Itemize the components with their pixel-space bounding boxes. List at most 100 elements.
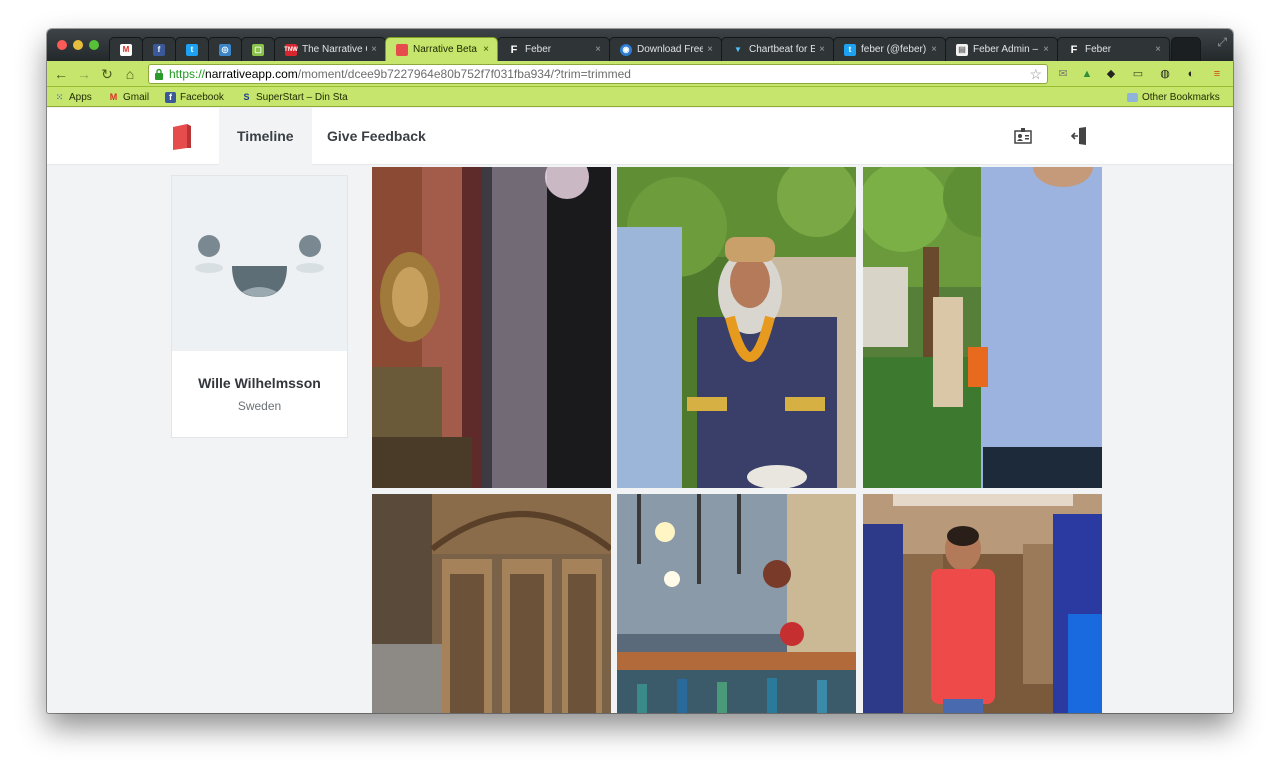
tab-pinned-facebook[interactable]: f bbox=[142, 37, 176, 61]
facebook-icon: f bbox=[165, 91, 176, 103]
tnw-icon: TNW bbox=[284, 43, 298, 56]
tab-title: Feber bbox=[1085, 44, 1112, 55]
tab-counter-extension-icon[interactable]: ◍ bbox=[1157, 66, 1173, 82]
chartbeat-icon: ▼ bbox=[734, 45, 742, 54]
bookmark-gmail[interactable]: M Gmail bbox=[108, 90, 149, 104]
tab-pinned-feed[interactable]: ◎ bbox=[208, 37, 242, 61]
tab-close-icon[interactable]: × bbox=[707, 44, 713, 55]
tab-download-free[interactable]: ◉ Download Free × bbox=[609, 37, 722, 61]
tab-close-icon[interactable]: × bbox=[931, 44, 937, 55]
superstart-icon: S bbox=[243, 91, 250, 102]
web-page: Timeline Give Feedback Wille Wilhelmsson… bbox=[47, 108, 1233, 713]
minimize-window-button[interactable] bbox=[73, 40, 83, 50]
bookmark-label: Apps bbox=[69, 91, 92, 103]
drive-extension-icon[interactable]: ▲ bbox=[1079, 66, 1095, 82]
evernote-extension-icon[interactable]: ◆ bbox=[1103, 66, 1119, 82]
home-icon[interactable]: ⌂ bbox=[121, 65, 139, 83]
close-window-button[interactable] bbox=[57, 40, 67, 50]
narrative-logo-icon[interactable] bbox=[171, 123, 193, 151]
photo-glass-shop-display[interactable] bbox=[617, 494, 856, 713]
narrative-icon bbox=[396, 43, 408, 56]
photo-grid bbox=[372, 167, 1102, 713]
cast-icon[interactable]: ▭ bbox=[1130, 66, 1146, 82]
tab-close-icon[interactable]: × bbox=[1043, 44, 1049, 55]
tab-strip: M f t ◎ ▢ TNW The Narrative C × Narrativ… bbox=[47, 29, 1233, 61]
tab-close-icon[interactable]: × bbox=[595, 44, 601, 55]
feber-icon: F bbox=[510, 43, 518, 56]
tab-title: Download Free bbox=[637, 44, 704, 55]
tab-pinned-twitter[interactable]: t bbox=[175, 37, 209, 61]
app-icon: ▢ bbox=[252, 43, 264, 56]
twitter-icon: t bbox=[844, 43, 856, 56]
tab-title: Chartbeat for E bbox=[749, 44, 816, 55]
bookmark-superstart[interactable]: S SuperStart – Din Sta bbox=[241, 90, 347, 104]
bookmark-facebook[interactable]: f Facebook bbox=[165, 90, 224, 104]
menu-icon[interactable]: ≡ bbox=[1209, 66, 1225, 82]
browser-window: M f t ◎ ▢ TNW The Narrative C × Narrativ… bbox=[47, 29, 1233, 713]
photo-man-in-red-shirt-at-market[interactable] bbox=[863, 494, 1102, 713]
tab-feber-admin[interactable]: ▤ Feber Admin – × bbox=[945, 37, 1058, 61]
tab-close-icon[interactable]: × bbox=[819, 44, 825, 55]
document-icon: ▤ bbox=[956, 43, 968, 56]
bookmark-label: Facebook bbox=[180, 91, 224, 103]
url-path: /moment/dcee9b7227964e80b752f7f031fba934… bbox=[297, 67, 631, 81]
back-arrow-icon[interactable]: ← bbox=[52, 65, 70, 83]
feber-icon: F bbox=[1070, 43, 1078, 56]
tab-pinned-app[interactable]: ▢ bbox=[241, 37, 275, 61]
new-tab-button[interactable] bbox=[1171, 37, 1201, 61]
apps-grid-icon: ⁙ bbox=[55, 91, 64, 102]
tab-close-icon[interactable]: × bbox=[1155, 44, 1161, 55]
profile-name: Wille Wilhelmsson bbox=[198, 375, 321, 391]
profile-country: Sweden bbox=[237, 399, 282, 413]
photo-trees-and-blue-shirt[interactable] bbox=[863, 167, 1102, 488]
forward-arrow-icon[interactable]: → bbox=[75, 65, 93, 83]
lock-icon bbox=[155, 68, 163, 80]
folder-icon bbox=[1127, 92, 1138, 102]
photo-man-with-amber-necklace[interactable] bbox=[617, 167, 856, 488]
tab-feber-2[interactable]: F Feber × bbox=[1057, 37, 1170, 61]
twitter-icon: t bbox=[186, 43, 198, 56]
zoom-window-button[interactable] bbox=[89, 40, 99, 50]
tab-chartbeat[interactable]: ▼ Chartbeat for E × bbox=[721, 37, 834, 61]
tab-feber[interactable]: F Feber × bbox=[497, 37, 610, 61]
desktop: M f t ◎ ▢ TNW The Narrative C × Narrativ… bbox=[0, 0, 1280, 778]
tab-give-feedback[interactable]: Give Feedback bbox=[309, 108, 444, 165]
app-header: Timeline Give Feedback bbox=[47, 108, 1233, 165]
browser-toolbar: ← → ↻ ⌂ https://narrativeapp.com/moment/… bbox=[47, 61, 1233, 87]
smiley-avatar-icon bbox=[195, 235, 324, 297]
profile-card-icon[interactable] bbox=[1013, 126, 1033, 146]
url-scheme: https:// bbox=[169, 67, 206, 81]
photo-carved-wooden-door[interactable] bbox=[372, 494, 611, 713]
address-bar[interactable]: https://narrativeapp.com/moment/dcee9b72… bbox=[148, 64, 1048, 84]
bookmark-other[interactable]: Other Bookmarks bbox=[1127, 90, 1220, 104]
gmail-icon: M bbox=[109, 91, 118, 102]
avatar[interactable] bbox=[172, 176, 347, 351]
tab-title: feber (@feber) bbox=[861, 44, 927, 55]
photo-bazaar-fabrics[interactable] bbox=[372, 167, 611, 488]
facebook-icon: f bbox=[153, 43, 165, 56]
tab-close-icon[interactable]: × bbox=[371, 44, 377, 55]
mail-extension-icon[interactable]: ✉ bbox=[1055, 66, 1071, 82]
bookmark-label: Gmail bbox=[123, 91, 150, 103]
fullscreen-icon[interactable]: ⤢ bbox=[1217, 35, 1227, 50]
tab-title: Feber bbox=[525, 44, 552, 55]
tab-title: Narrative Beta bbox=[413, 44, 477, 55]
url-host: narrativeapp.com bbox=[205, 67, 298, 81]
gmail-icon: M bbox=[120, 43, 132, 56]
tab-timeline[interactable]: Timeline bbox=[219, 108, 312, 165]
tabs: M f t ◎ ▢ TNW The Narrative C × Narrativ… bbox=[109, 37, 1209, 61]
sync-extension-icon[interactable]: ◐ bbox=[1183, 66, 1199, 82]
tab-feber-twitter[interactable]: t feber (@feber) × bbox=[833, 37, 946, 61]
tab-close-icon[interactable]: × bbox=[483, 44, 489, 55]
bookmark-apps[interactable]: ⁙ Apps bbox=[54, 90, 92, 104]
bookmarks-bar: ⁙ Apps M Gmail f Facebook S SuperStart –… bbox=[47, 87, 1233, 107]
reload-icon[interactable]: ↻ bbox=[98, 65, 116, 83]
bookmark-star-icon[interactable]: ☆ bbox=[1029, 65, 1042, 83]
tab-title: Feber Admin – bbox=[973, 44, 1039, 55]
feed-icon: ◎ bbox=[219, 43, 231, 56]
tab-the-narrative[interactable]: TNW The Narrative C × bbox=[274, 37, 386, 61]
tab-narrative-beta[interactable]: Narrative Beta × bbox=[385, 37, 498, 61]
tab-pinned-gmail[interactable]: M bbox=[109, 37, 143, 61]
tab-title: The Narrative C bbox=[302, 44, 368, 55]
logout-icon[interactable] bbox=[1070, 126, 1090, 146]
